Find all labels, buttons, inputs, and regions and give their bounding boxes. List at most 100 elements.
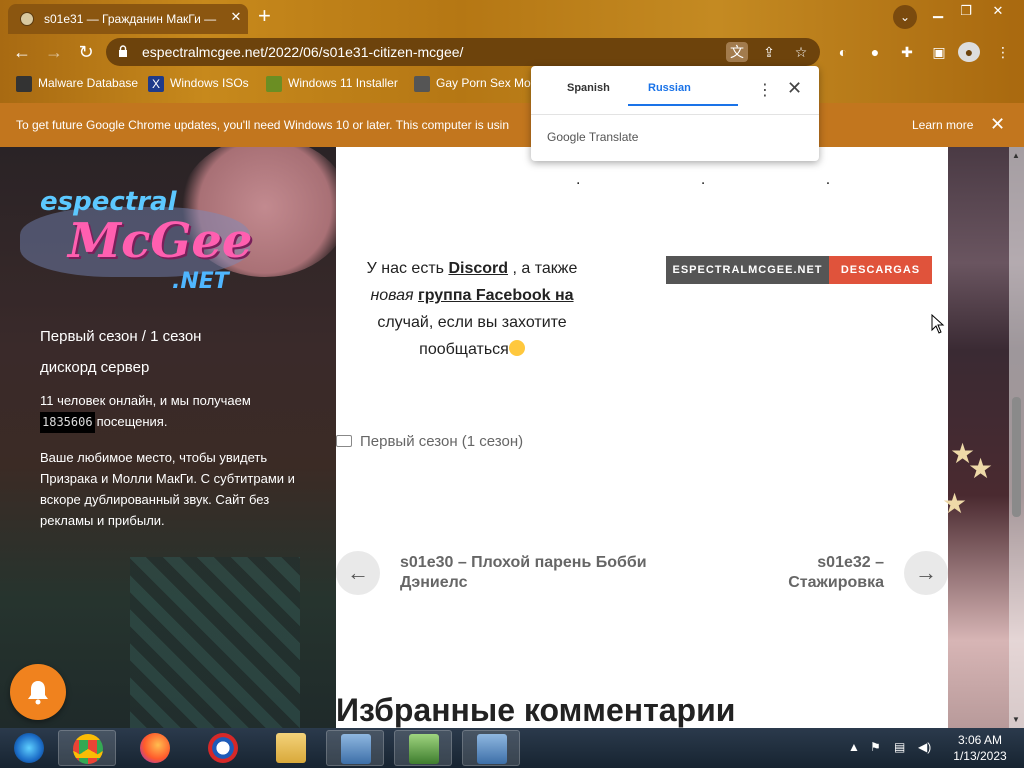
bookmark-item[interactable]: Malware Database — [16, 76, 138, 92]
site-tag-button[interactable]: ESPECTRALMCGEE.NET — [666, 256, 829, 284]
sidebar-plaid-art — [130, 557, 300, 728]
infobar-close-icon[interactable]: ✕ — [990, 114, 1005, 135]
tab-search-icon[interactable]: ⌄ — [893, 5, 917, 29]
post-category[interactable]: Первый сезон (1 сезон) — [336, 433, 523, 450]
folder-icon — [336, 435, 352, 447]
bookmark-item[interactable]: Gay Porn Sex Movi — [414, 76, 539, 92]
translate-close-icon[interactable]: ✕ — [787, 78, 802, 99]
taskbar-explorer[interactable] — [262, 730, 320, 766]
update-infobar: To get future Google Chrome updates, you… — [0, 103, 1024, 147]
main-content: . . . У нас есть Discord , а также новая… — [336, 147, 948, 728]
smile-emoji-icon — [508, 340, 525, 356]
chrome-icon — [73, 734, 103, 764]
computer-icon — [341, 734, 371, 764]
tray-expand-icon[interactable]: ▲ — [848, 740, 860, 754]
downloads-tag-button[interactable]: DESCARGAS — [829, 256, 932, 284]
bookmark-icon — [16, 76, 32, 92]
volume-icon[interactable]: ◀) — [918, 740, 931, 754]
computer-icon — [477, 734, 507, 764]
infobar-message: To get future Google Chrome updates, you… — [16, 118, 509, 132]
bookmark-item[interactable]: X Windows ISOs — [148, 76, 249, 92]
taskbar-app[interactable] — [194, 730, 252, 766]
share-icon[interactable]: ⇪ — [758, 42, 780, 62]
scroll-up-icon[interactable]: ▲ — [1012, 151, 1020, 160]
system-clock[interactable]: 3:06 AM 1/13/2023 — [944, 732, 1016, 764]
star-decoration-icon: ★ — [968, 453, 994, 484]
site-favicon-icon — [20, 12, 34, 26]
translate-brand: Google Translate — [547, 130, 639, 144]
taskbar-chrome[interactable] — [58, 730, 116, 766]
extensions-puzzle-icon[interactable]: ✚ — [896, 42, 918, 62]
tab-spanish[interactable]: Spanish — [567, 82, 610, 94]
browser-tab[interactable]: s01e31 — Гражданин МакГи — Сп ✕ — [8, 4, 248, 34]
taskbar-network-app-2[interactable] — [462, 730, 520, 766]
facebook-group-link[interactable]: группа Facebook на — [418, 287, 574, 304]
visit-counter: 1835606 — [40, 412, 95, 433]
sidebar: espectral McGee .NET Первый сезон / 1 се… — [0, 147, 350, 728]
forward-button[interactable]: → — [42, 40, 66, 64]
online-stats: 11 человек онлайн, и мы получаем 1835606… — [40, 390, 300, 433]
bookmark-x-icon: X — [148, 76, 164, 92]
address-bar[interactable]: espectralmcgee.net/2022/06/s01e31-citize… — [106, 38, 820, 66]
loading-dots: . . . — [576, 171, 889, 188]
prev-post-link[interactable]: s01e30 – Плохой парень Бобби Дэниелс — [400, 553, 670, 593]
tab-strip: s01e31 — Гражданин МакГи — Сп ✕ + ⌄ ▁ ❐ … — [0, 0, 1024, 34]
minimize-button[interactable]: ▁ — [924, 2, 952, 20]
bookmark-item[interactable]: Windows 11 Installer — [266, 76, 398, 92]
translate-icon[interactable]: 文 — [726, 42, 748, 62]
category-link[interactable]: Первый сезон (1 сезон) — [360, 433, 523, 450]
taskbar-firefox[interactable] — [126, 730, 184, 766]
taskbar-users-app[interactable] — [394, 730, 452, 766]
browser-chrome: s01e31 — Гражданин МакГи — Сп ✕ + ⌄ ▁ ❐ … — [0, 0, 1024, 147]
windows-start-icon — [14, 733, 44, 763]
windows-taskbar: ▲ ⚑ ▤ ◀) 3:06 AM 1/13/2023 — [0, 728, 1024, 768]
new-tab-button[interactable]: + — [258, 5, 271, 27]
star-decoration-icon: ★ — [942, 488, 968, 519]
comments-heading: Избранные комментарии — [336, 692, 736, 728]
side-panel-icon[interactable]: ▣ — [928, 42, 950, 62]
start-button[interactable] — [0, 730, 56, 766]
reload-button[interactable]: ↻ — [74, 40, 98, 64]
season-heading[interactable]: Первый сезон / 1 сезон — [40, 328, 201, 345]
bell-icon — [28, 681, 48, 705]
discord-heading[interactable]: дискорд сервер — [40, 359, 149, 376]
url-text[interactable]: espectralmcgee.net/2022/06/s01e31-citize… — [142, 44, 463, 60]
network-icon[interactable]: ▤ — [894, 740, 905, 754]
discord-link[interactable]: Discord — [448, 260, 508, 277]
restore-button[interactable]: ❐ — [952, 2, 980, 20]
mouse-cursor-icon — [931, 314, 945, 334]
taskbar-network-app[interactable] — [326, 730, 384, 766]
next-arrow-icon[interactable]: → — [904, 551, 948, 595]
tab-close-icon[interactable]: ✕ — [228, 9, 244, 25]
translate-popup: Spanish Russian ⋮ ✕ Google Translate — [531, 66, 819, 161]
site-description: Ваше любимое место, чтобы увидеть Призра… — [40, 450, 295, 528]
learn-more-link[interactable]: Learn more — [912, 118, 973, 132]
back-button[interactable]: ← — [10, 40, 34, 64]
page-scrollbar[interactable]: ▲ ▼ — [1009, 147, 1024, 728]
action-center-flag-icon[interactable]: ⚑ — [870, 740, 881, 754]
menu-kebab-icon[interactable]: ⋮ — [992, 42, 1014, 62]
prev-arrow-icon[interactable]: ← — [336, 551, 380, 595]
divider — [531, 114, 819, 115]
community-paragraph: У нас есть Discord , а также новая групп… — [366, 260, 578, 358]
bookmark-star-icon[interactable]: ☆ — [790, 42, 812, 62]
notification-bell-button[interactable] — [10, 664, 66, 720]
users-icon — [409, 734, 439, 764]
extension-avatar-icon[interactable]: ● — [864, 42, 886, 62]
profile-icon[interactable]: ● — [958, 42, 980, 62]
circle-logo-icon — [208, 733, 238, 763]
folder-icon — [276, 733, 306, 763]
window-close-button[interactable]: ✕ — [984, 2, 1012, 20]
bookmarks-bar: Malware Database X Windows ISOs Windows 1… — [0, 70, 1024, 98]
firefox-icon — [140, 733, 170, 763]
tab-title: s01e31 — Гражданин МакГи — Сп — [44, 12, 219, 26]
bookmark-image-icon — [266, 76, 282, 92]
scroll-thumb[interactable] — [1012, 397, 1021, 517]
translate-options-icon[interactable]: ⋮ — [757, 80, 773, 100]
scroll-down-icon[interactable]: ▼ — [1012, 715, 1020, 724]
tab-russian[interactable]: Russian — [648, 82, 691, 94]
lock-icon — [119, 45, 127, 57]
clock-time: 3:06 AM — [957, 733, 1003, 747]
next-post-link[interactable]: s01e32 – Стажировка — [736, 553, 884, 593]
extension-flag-icon[interactable]: ◐ — [832, 42, 854, 62]
